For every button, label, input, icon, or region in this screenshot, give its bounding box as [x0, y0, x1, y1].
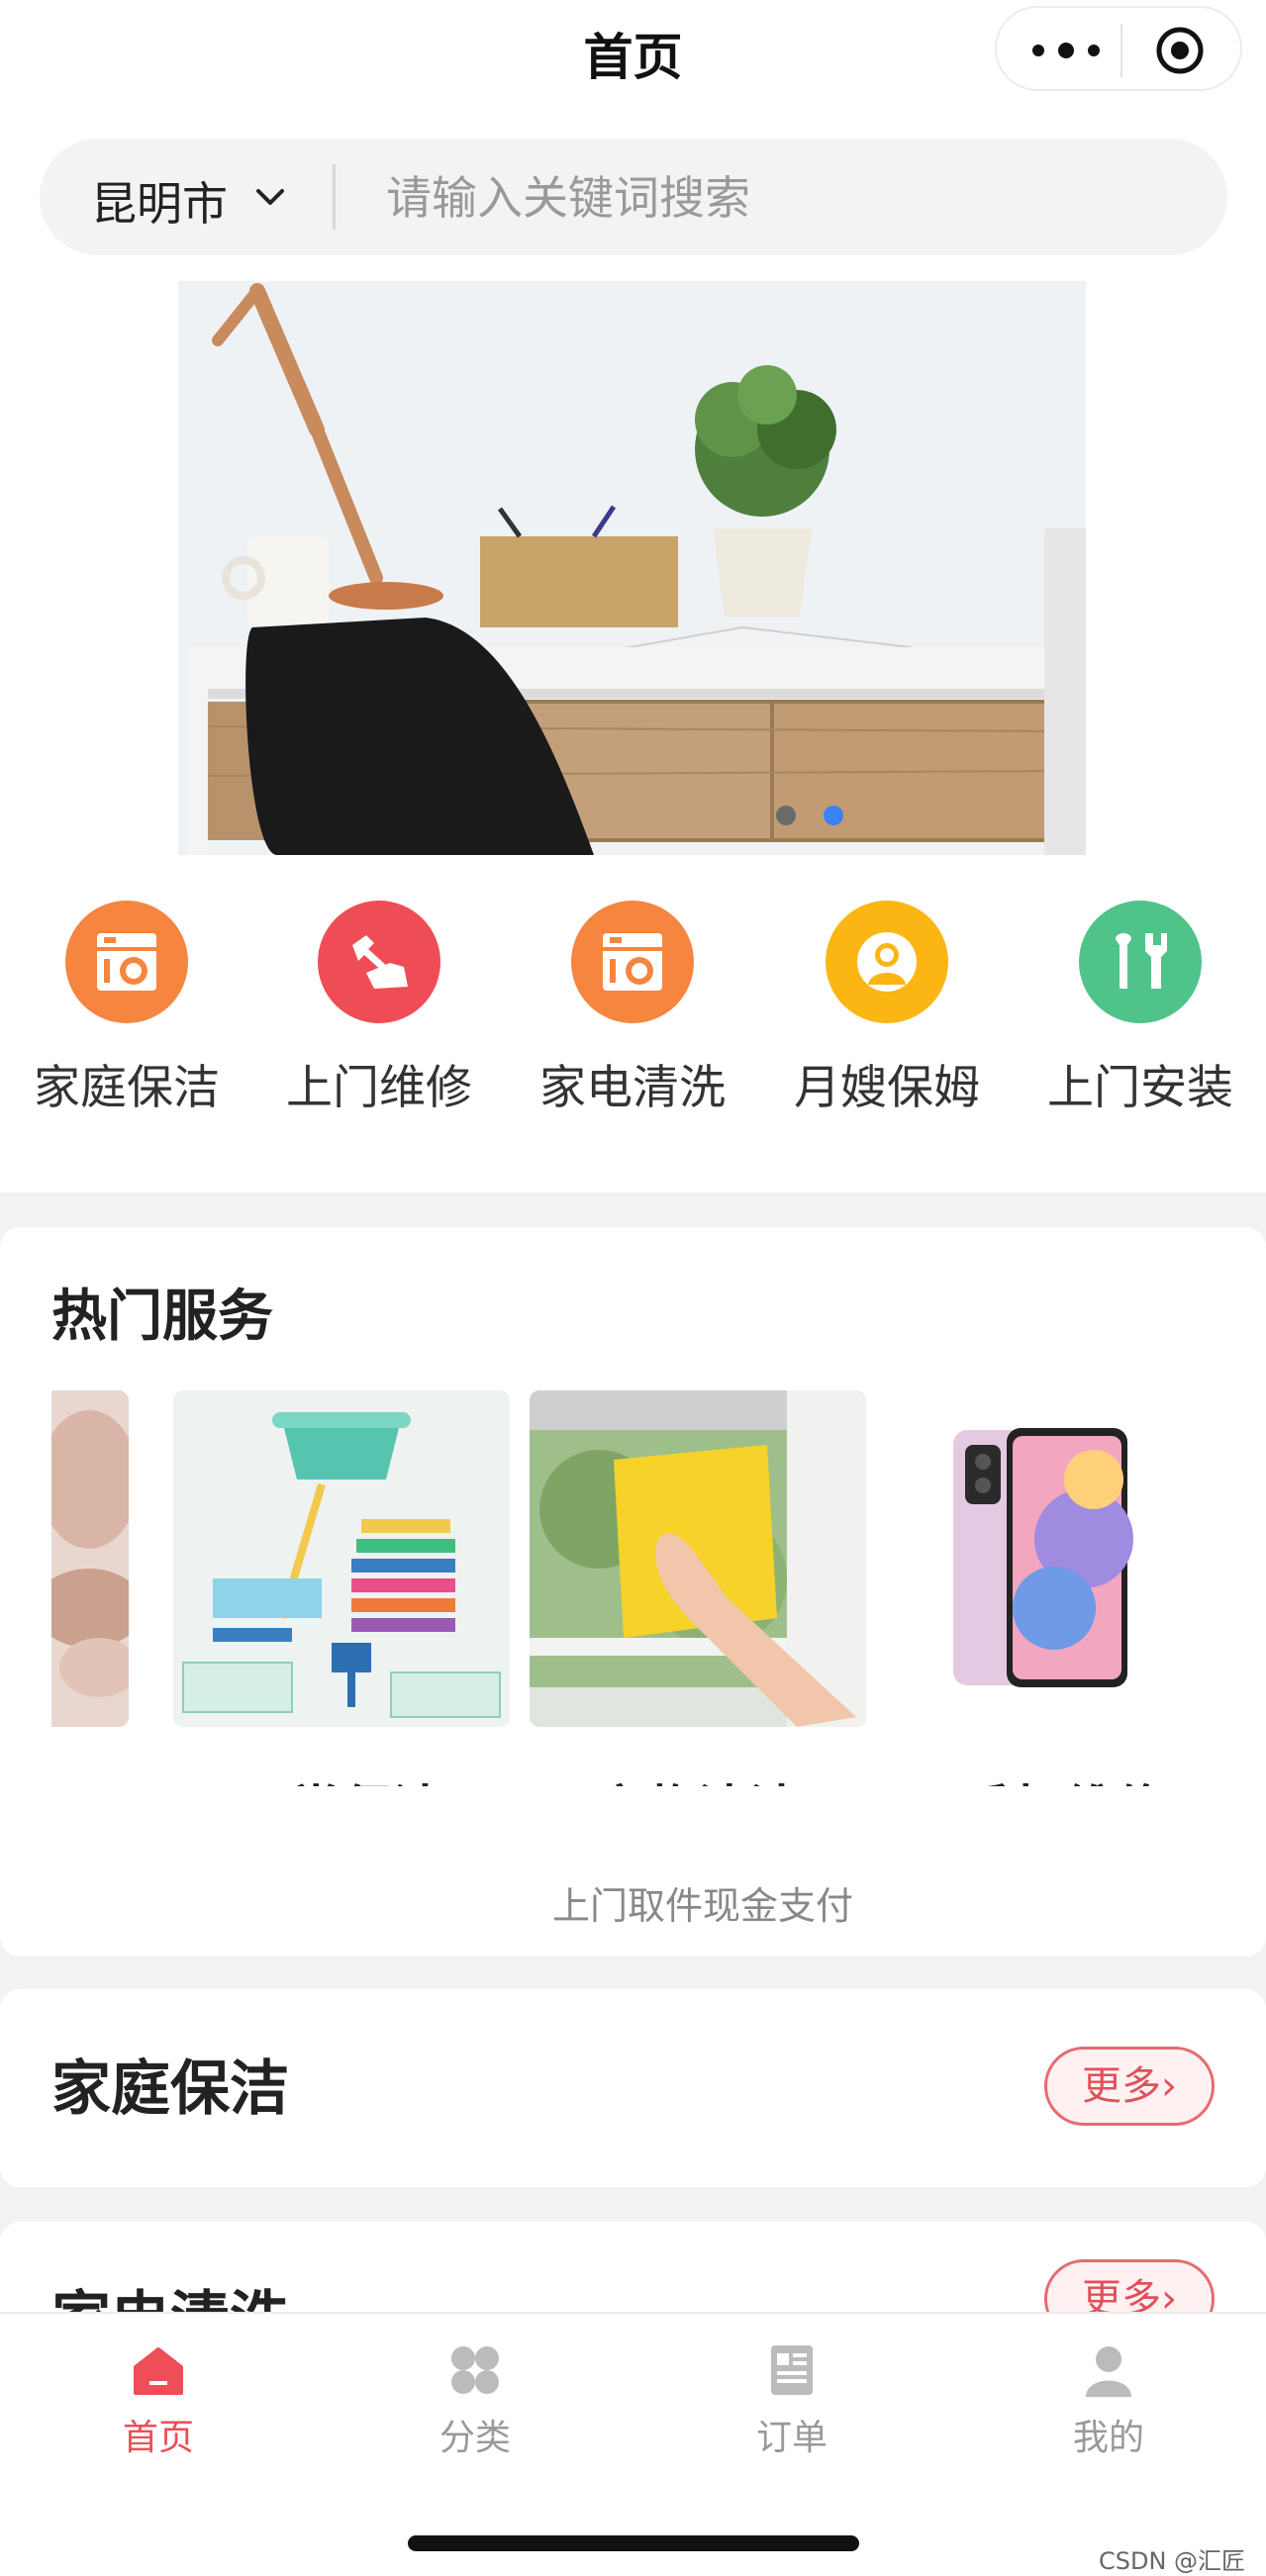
home-icon: [134, 2347, 183, 2395]
category-grid: 家庭保洁 上门维修 家电清洗 月嫂保姆 上门安装: [0, 901, 1266, 1128]
hot-service-card[interactable]: [173, 1390, 510, 1727]
tab-home[interactable]: 首页: [79, 2339, 238, 2460]
category-installation[interactable]: 上门安装: [1036, 901, 1244, 1117]
section-home-cleaning: 家庭保洁 更多›: [0, 1989, 1266, 2187]
search-bar: 昆明市: [40, 139, 1227, 255]
category-nanny[interactable]: 月嫂保姆: [783, 901, 991, 1117]
nanny-icon: [857, 932, 917, 992]
search-divider: [333, 164, 336, 230]
hot-service-subtitle: 上门取件现金支付: [551, 1884, 853, 1928]
carousel-dot-active[interactable]: [824, 806, 843, 825]
hot-services-title: 热门服务: [51, 1285, 273, 1349]
washing-machine-icon: [603, 933, 662, 991]
banner-carousel[interactable]: [178, 281, 1086, 855]
tab-label: 首页: [122, 2418, 194, 2458]
section-title: 家庭保洁: [51, 2054, 289, 2124]
category-repair[interactable]: 上门维修: [275, 901, 483, 1117]
hot-service-card[interactable]: [530, 1390, 866, 1727]
hot-service-card[interactable]: [896, 1390, 1229, 1727]
city-selector[interactable]: 昆明市: [91, 168, 228, 234]
hot-service-image: [173, 1390, 510, 1727]
category-label: 上门维修: [286, 1061, 472, 1115]
hot-service-card-partial[interactable]: [51, 1390, 129, 1727]
category-label: 家庭保洁: [34, 1061, 220, 1115]
banner-image: [178, 281, 1086, 855]
search-input[interactable]: [386, 168, 1158, 228]
category-icon-circle: [318, 901, 440, 1023]
category-label: 上门安装: [1047, 1061, 1233, 1115]
chevron-down-icon[interactable]: [252, 182, 288, 212]
more-button[interactable]: 更多›: [1044, 2047, 1215, 2126]
hot-service-name: 衣物清洁: [530, 1768, 866, 1786]
home-indicator: [408, 2535, 859, 2551]
category-icon-circle: [571, 901, 694, 1023]
watermark: CSDN @汇匠源: [1099, 2547, 1246, 2575]
wrench-hand-icon: [352, 935, 408, 989]
hot-service-image: [896, 1390, 1229, 1727]
hot-services-panel: 热门服务 上门取件现金支付: [0, 1227, 1266, 1956]
category-icon: [451, 2346, 499, 2394]
capsule-divider: [1120, 24, 1122, 77]
category-home-cleaning[interactable]: 家庭保洁: [23, 901, 231, 1117]
hot-service-image: [51, 1390, 129, 1727]
category-icon-circle: [1079, 901, 1202, 1023]
carousel-dot[interactable]: [776, 806, 796, 825]
tab-category[interactable]: 分类: [396, 2339, 554, 2460]
tab-orders[interactable]: 订单: [713, 2339, 871, 2460]
category-label: 家电清洗: [539, 1061, 726, 1115]
washing-machine-icon: [97, 933, 156, 991]
category-label: 月嫂保姆: [794, 1061, 980, 1115]
category-icon-circle: [65, 901, 188, 1023]
nav-bar: 首页: [0, 0, 1266, 109]
close-target-icon[interactable]: [1155, 26, 1205, 75]
hot-service-name: 日常保洁: [173, 1768, 510, 1786]
tab-label: 我的: [1072, 2418, 1144, 2458]
category-appliance-cleaning[interactable]: 家电清洗: [529, 901, 736, 1117]
hot-services-scroller[interactable]: 日常保洁 衣物清洁 手机维修: [51, 1390, 1229, 1786]
order-icon: [771, 2345, 813, 2395]
home-top: 昆明市 请输入关键词搜索 家庭保洁 上门维修 家电清洗 月嫂保姆 上门安装: [0, 109, 1266, 1193]
tab-mine[interactable]: 我的: [1029, 2339, 1188, 2460]
category-icon-circle: [826, 901, 948, 1023]
hot-service-image: [530, 1390, 866, 1727]
hot-service-name: 手机维修: [896, 1768, 1229, 1786]
tools-icon: [1116, 933, 1167, 989]
user-icon: [1086, 2346, 1131, 2397]
mini-program-capsule: [995, 6, 1242, 91]
tab-label: 订单: [755, 2418, 828, 2458]
tab-label: 分类: [438, 2418, 511, 2458]
more-icon[interactable]: [1026, 28, 1106, 73]
